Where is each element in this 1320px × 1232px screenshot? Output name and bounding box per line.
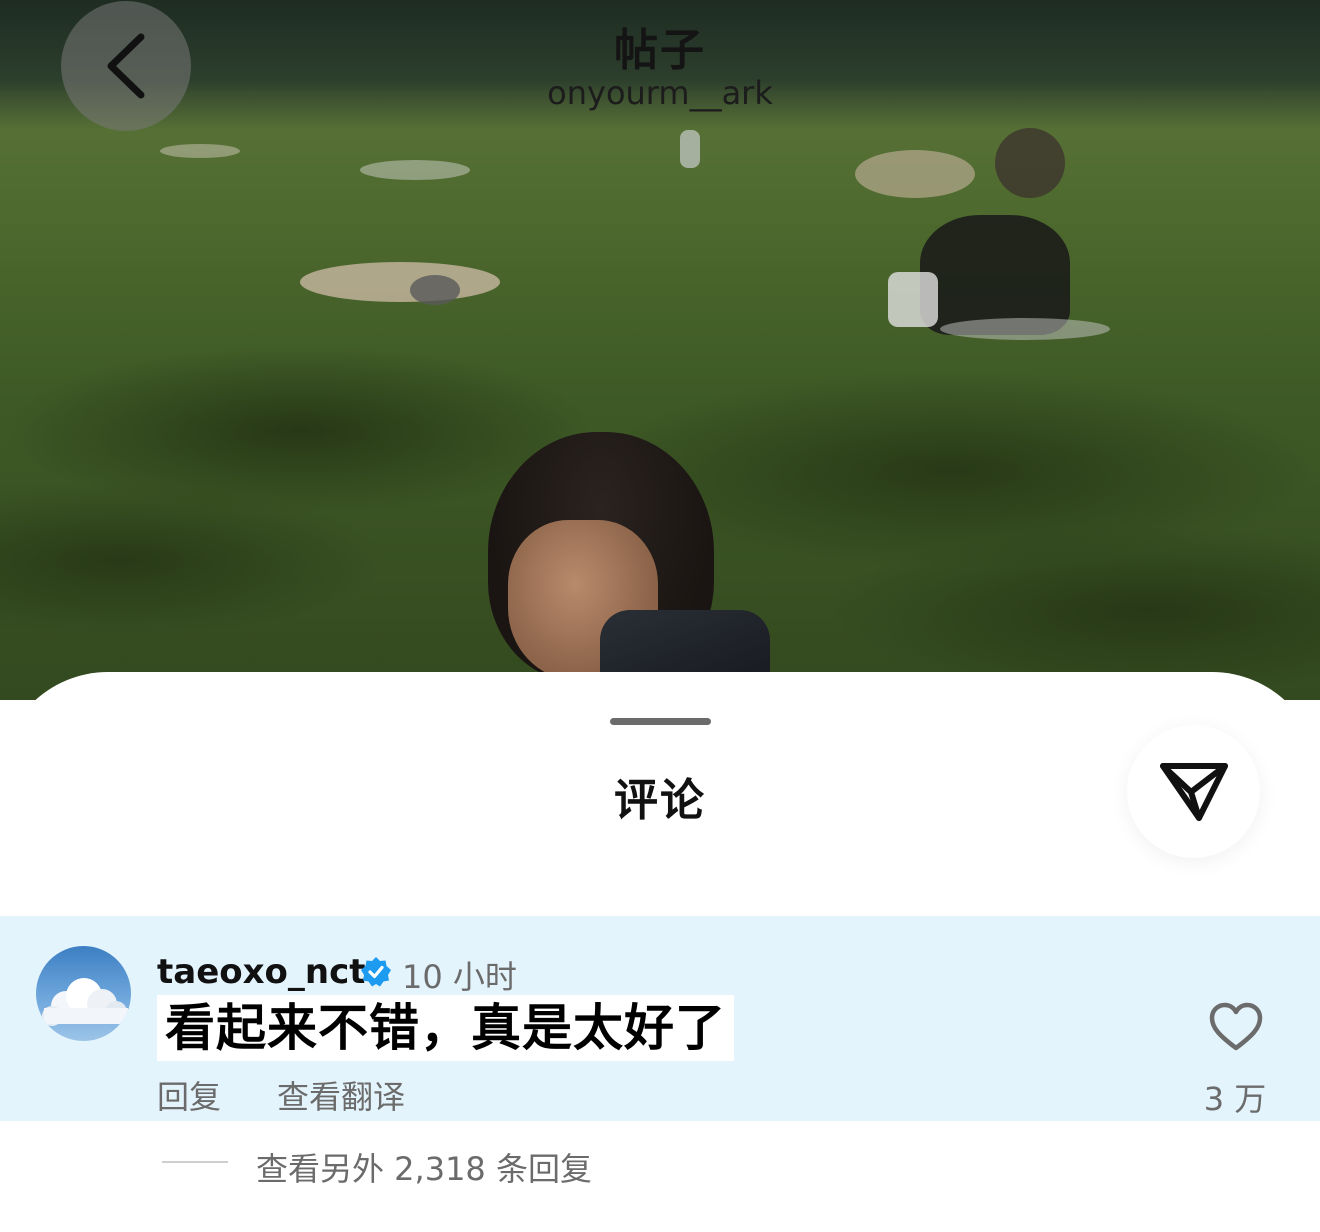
paper-plane-icon	[1159, 762, 1228, 821]
heart-icon	[1209, 1002, 1263, 1051]
photo-person	[160, 144, 240, 158]
see-translation-button[interactable]: 查看翻译	[277, 1072, 405, 1118]
photo-person	[855, 150, 975, 198]
comment-item: taeoxo_nct 10 小时 看起来不错，真是太好了 回复 查看翻译 3 万	[0, 916, 1320, 1121]
share-button[interactable]	[1127, 725, 1260, 858]
photo-person	[888, 272, 938, 327]
view-more-replies-button[interactable]: 查看另外 2,318 条回复	[256, 1144, 592, 1190]
replies-divider	[162, 1161, 228, 1163]
avatar[interactable]	[36, 946, 131, 1041]
like-button[interactable]	[1208, 1002, 1264, 1052]
comment-text: 看起来不错，真是太好了	[157, 995, 734, 1061]
comments-sheet: 评论 taeoxo_nct 10 小时 看起来不错，真是太好了 回复 查看翻译 …	[0, 672, 1320, 1232]
sheet-grabber[interactable]	[610, 718, 711, 725]
post-author[interactable]: onyourm__ark	[0, 74, 1320, 112]
photo-blanket	[940, 318, 1110, 340]
photo-person	[360, 160, 470, 180]
verified-badge-icon	[360, 956, 392, 992]
photo-person	[680, 130, 700, 168]
photo-person	[920, 215, 1070, 335]
sheet-title: 评论	[614, 775, 706, 826]
photo-person	[300, 262, 500, 302]
like-count: 3 万	[1203, 1080, 1267, 1118]
comment-username[interactable]: taeoxo_nct	[157, 952, 366, 992]
cloud-image	[42, 978, 128, 1026]
photo-person	[410, 275, 460, 305]
comment-time: 10 小时	[402, 958, 517, 996]
reply-button[interactable]: 回复	[157, 1072, 221, 1118]
photo-person	[995, 128, 1065, 198]
page-title: 帖子	[614, 25, 706, 76]
